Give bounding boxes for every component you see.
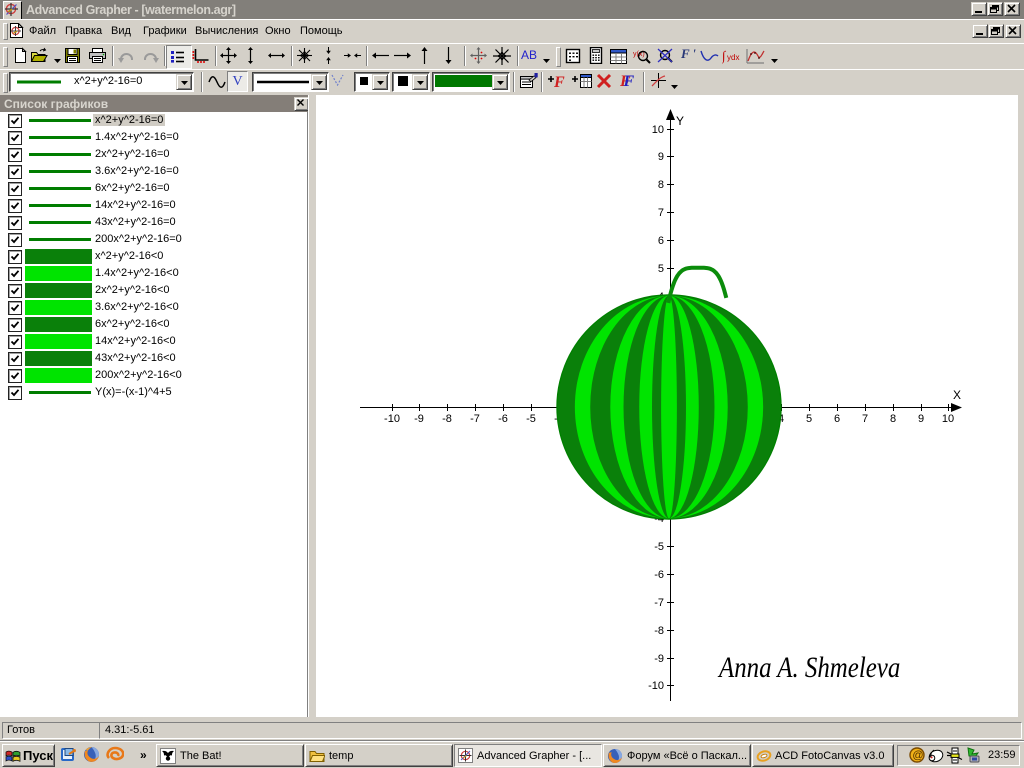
svg-text:-6: -6 — [654, 569, 664, 581]
svg-text:ydx: ydx — [727, 53, 739, 62]
svg-text:8: 8 — [890, 413, 896, 425]
svg-text:Y: Y — [676, 114, 684, 128]
svg-text:9: 9 — [658, 151, 664, 163]
svg-text:6: 6 — [834, 413, 840, 425]
svg-text:-7: -7 — [654, 597, 664, 609]
svg-text:-8: -8 — [654, 625, 664, 637]
svg-text:-5: -5 — [654, 541, 664, 553]
svg-text:10: 10 — [652, 124, 664, 136]
svg-text:9: 9 — [918, 413, 924, 425]
svg-text:7: 7 — [862, 413, 868, 425]
svg-text:-8: -8 — [442, 413, 452, 425]
svg-text:6: 6 — [658, 235, 664, 247]
svg-text:-9: -9 — [654, 653, 664, 665]
svg-text:8: 8 — [658, 179, 664, 191]
svg-text:F: F — [623, 73, 635, 89]
svg-text:-6: -6 — [498, 413, 508, 425]
svg-text:X: X — [953, 388, 961, 402]
svg-text:-10: -10 — [384, 413, 400, 425]
svg-text:F: F — [553, 74, 565, 89]
svg-text:5: 5 — [806, 413, 812, 425]
svg-text:-10: -10 — [648, 680, 664, 692]
svg-text:5: 5 — [658, 263, 664, 275]
svg-text:-5: -5 — [526, 413, 536, 425]
svg-text:-7: -7 — [470, 413, 480, 425]
svg-text:10: 10 — [942, 413, 954, 425]
svg-text:@: @ — [912, 750, 923, 762]
svg-text:Anna A. Shmeleva: Anna A. Shmeleva — [717, 650, 900, 684]
svg-text:-9: -9 — [414, 413, 424, 425]
svg-text:7: 7 — [658, 207, 664, 219]
